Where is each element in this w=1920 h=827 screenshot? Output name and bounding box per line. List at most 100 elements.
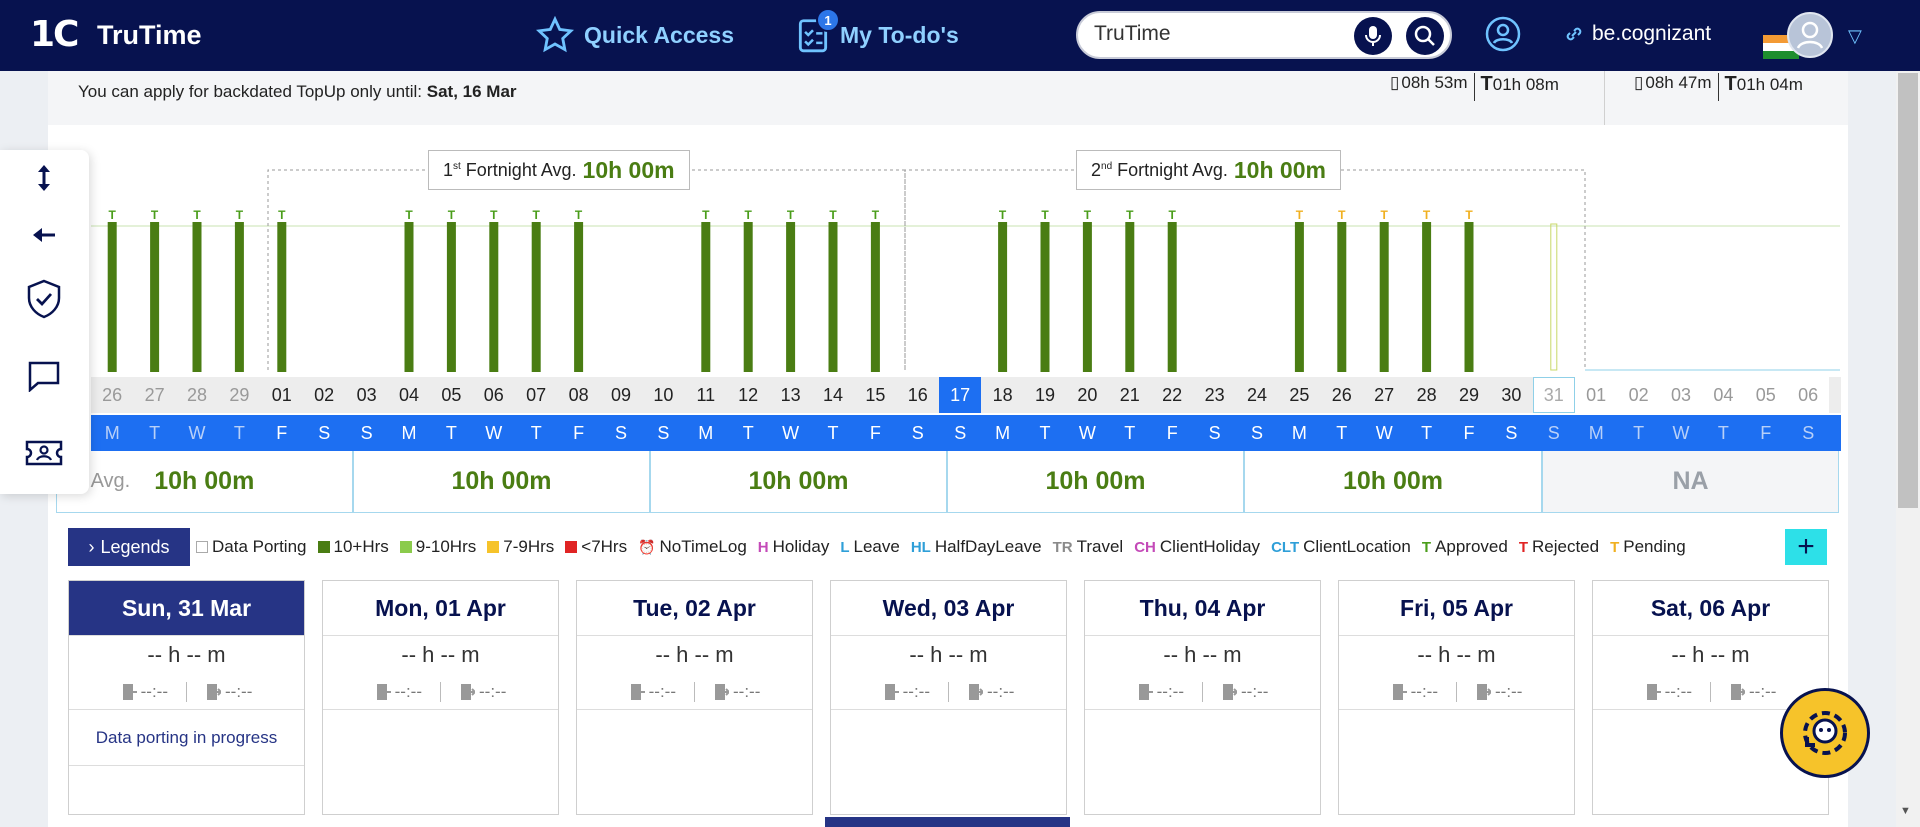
date-cell[interactable]: 05 (1744, 377, 1787, 413)
date-cell[interactable]: 26 (91, 377, 133, 413)
date-cell[interactable]: 27 (133, 377, 175, 413)
date-cell[interactable]: 16 (897, 377, 939, 413)
hours-bar[interactable] (574, 222, 584, 372)
day-card-title[interactable]: Thu, 04 Apr (1085, 581, 1320, 636)
hours-bar[interactable] (1422, 222, 1432, 372)
scroll-down-arrow[interactable]: ▼ (1900, 805, 1911, 817)
date-cell[interactable]: 11 (685, 377, 727, 413)
date-cell[interactable]: 09 (600, 377, 642, 413)
door-in-icon (1392, 683, 1407, 700)
date-cell[interactable]: 03 (1659, 377, 1703, 413)
hours-bar[interactable] (234, 222, 244, 372)
approvals-button[interactable] (22, 277, 66, 321)
date-cell[interactable]: 01 (1575, 377, 1618, 413)
day-card-title[interactable]: Mon, 01 Apr (323, 581, 558, 636)
hours-bar[interactable] (1167, 222, 1177, 372)
date-cell[interactable]: 24 (1236, 377, 1278, 413)
add-button[interactable]: + (1785, 529, 1827, 565)
hours-bar[interactable] (786, 222, 796, 372)
chatbot-button[interactable] (1780, 688, 1870, 778)
date-cell[interactable]: 22 (1151, 377, 1193, 413)
hours-bar[interactable] (1337, 222, 1347, 372)
date-cell[interactable]: 25 (1278, 377, 1320, 413)
day-card-title[interactable]: Fri, 05 Apr (1339, 581, 1574, 636)
date-cell[interactable]: 04 (1702, 377, 1745, 413)
hours-bar[interactable] (277, 222, 287, 372)
day-card[interactable]: Sun, 31 Mar -- h -- m --:-- --:-- Data porti… (68, 580, 305, 815)
date-cell[interactable]: 29 (1448, 377, 1490, 413)
date-cell[interactable]: 23 (1193, 377, 1235, 413)
date-cell[interactable]: 19 (1024, 377, 1066, 413)
date-cell[interactable]: 28 (176, 377, 218, 413)
date-cell[interactable]: 06 (473, 377, 515, 413)
hours-bar[interactable] (192, 222, 202, 372)
support-button[interactable] (22, 431, 66, 475)
date-cell[interactable]: 01 (261, 377, 303, 413)
hours-bar[interactable] (446, 222, 456, 372)
feedback-button[interactable] (22, 354, 66, 398)
date-cell[interactable]: 18 (981, 377, 1023, 413)
hours-bar[interactable] (998, 222, 1008, 372)
day-card[interactable]: Tue, 02 Apr -- h -- m --:-- --:-- (576, 580, 813, 815)
hours-bar[interactable] (1294, 222, 1304, 372)
expand-collapse-button[interactable] (22, 156, 66, 200)
date-cell[interactable]: 29 (218, 377, 260, 413)
door-out-icon (461, 683, 475, 700)
date-cell[interactable]: 14 (812, 377, 854, 413)
hours-bar[interactable] (1082, 222, 1092, 372)
date-cell[interactable]: 05 (430, 377, 472, 413)
day-card-title[interactable]: Tue, 02 Apr (577, 581, 812, 636)
date-cell[interactable]: 13 (769, 377, 811, 413)
legends-button[interactable]: › Legends (68, 528, 190, 566)
hours-bar[interactable] (701, 222, 711, 372)
weekday-cell: W (1375, 422, 1393, 443)
date-cell[interactable]: 28 (1405, 377, 1447, 413)
hours-bar[interactable] (107, 222, 117, 372)
day-card[interactable]: Wed, 03 Apr -- h -- m --:-- --:-- (830, 580, 1067, 815)
weekday-cell: F (276, 422, 288, 443)
date-cell[interactable]: 27 (1363, 377, 1405, 413)
scrollbar-thumb[interactable] (1898, 73, 1918, 508)
legend-swatch (196, 541, 208, 553)
date-cell[interactable]: 02 (303, 377, 345, 413)
day-card-title[interactable]: Sun, 31 Mar (69, 581, 304, 636)
date-cell[interactable]: 15 (854, 377, 896, 413)
day-card[interactable]: Fri, 05 Apr -- h -- m --:-- --:-- (1338, 580, 1575, 815)
date-cell[interactable]: 17 (939, 377, 982, 413)
second-fortnight-value: 10h 00m (1233, 156, 1326, 183)
date-cell[interactable]: 20 (1066, 377, 1108, 413)
swipe-out: --:-- (1729, 682, 1776, 702)
fortnight-label: 2nd Fortnight Avg. (1091, 160, 1228, 181)
day-card[interactable]: Mon, 01 Apr -- h -- m --:-- --:-- (322, 580, 559, 815)
day-card-hours: -- h -- m (1163, 642, 1242, 667)
date-cell[interactable]: 06 (1787, 377, 1830, 413)
hours-bar[interactable] (743, 222, 753, 372)
hours-bar[interactable] (1125, 222, 1135, 372)
hours-bar[interactable] (489, 222, 499, 372)
date-cell[interactable]: 08 (557, 377, 599, 413)
day-card-title[interactable]: Wed, 03 Apr (831, 581, 1066, 636)
date-cell[interactable]: 21 (1109, 377, 1151, 413)
weekday-cell: S (954, 422, 967, 443)
hours-bar[interactable] (531, 222, 541, 372)
hours-bar[interactable] (870, 222, 880, 372)
date-cell[interactable]: 12 (727, 377, 769, 413)
hours-bar[interactable] (1040, 222, 1050, 372)
day-card-title[interactable]: Sat, 06 Apr (1593, 581, 1828, 636)
day-card[interactable]: Sat, 06 Apr -- h -- m --:-- --:-- (1592, 580, 1829, 815)
hours-bar[interactable] (1464, 222, 1474, 372)
back-button[interactable] (22, 213, 66, 257)
day-card[interactable]: Thu, 04 Apr -- h -- m --:-- --:-- (1084, 580, 1321, 815)
hours-bar[interactable] (828, 222, 838, 372)
hours-bar[interactable] (404, 222, 414, 372)
date-cell[interactable]: 07 (515, 377, 557, 413)
hours-bar[interactable] (150, 222, 160, 372)
date-cell[interactable]: 02 (1617, 377, 1660, 413)
date-cell[interactable]: 30 (1490, 377, 1532, 413)
date-cell[interactable]: 31 (1532, 377, 1575, 413)
date-cell[interactable]: 03 (345, 377, 387, 413)
date-cell[interactable]: 04 (388, 377, 430, 413)
date-cell[interactable]: 10 (642, 377, 684, 413)
date-cell[interactable]: 26 (1321, 377, 1363, 413)
hours-bar[interactable] (1379, 222, 1389, 372)
